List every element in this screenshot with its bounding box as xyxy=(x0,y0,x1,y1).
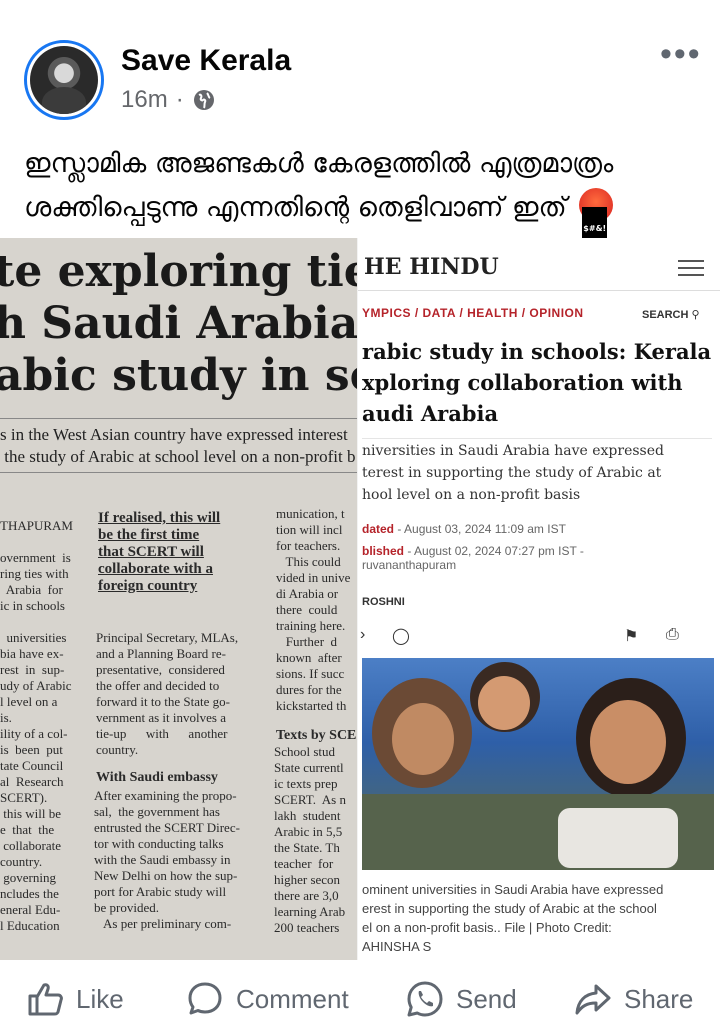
hindu-logo: HE HINDU xyxy=(364,254,499,280)
menu-icon xyxy=(678,260,704,276)
post-images[interactable]: te exploring tie-u h Saudi Arabia fo abi… xyxy=(0,238,720,960)
comment-button[interactable]: Comment xyxy=(186,980,349,1018)
hindu-author: ROSHNI xyxy=(362,596,405,608)
more-icon[interactable]: ••• xyxy=(660,37,700,71)
photo-child-left-face xyxy=(392,703,454,775)
photo-shirt xyxy=(558,808,678,868)
newspaper-column-1: THAPURAM overnment is ring ties with Ara… xyxy=(0,518,73,933)
newspaper-clipping-image[interactable]: te exploring tie-u h Saudi Arabia fo abi… xyxy=(0,238,357,960)
like-button[interactable]: Like xyxy=(26,980,124,1018)
chevron-right-icon: › xyxy=(360,626,366,643)
send-button[interactable]: Send xyxy=(406,980,517,1018)
hindu-header-rule xyxy=(358,290,720,291)
bookmark-icon: ⚑ xyxy=(624,628,639,645)
comment-label: Comment xyxy=(236,983,349,1014)
search-icon: ⚲ xyxy=(691,309,700,321)
share-icon xyxy=(575,984,611,1015)
globe-icon xyxy=(193,90,214,110)
hindu-published: blished - August 02, 2024 07:27 pm IST -… xyxy=(362,544,584,572)
newspaper-column-3-heading: Texts by SCE xyxy=(276,728,357,743)
post-time[interactable]: 16m xyxy=(121,86,168,114)
hindu-article-title: rabic study in schools: Kerala xploring … xyxy=(362,339,712,426)
post-actions: Like Comment Send Share xyxy=(0,962,720,1031)
avatar-image xyxy=(30,46,98,114)
newspaper-subheadline: s in the West Asian country have express… xyxy=(0,425,356,466)
hindu-updated: dated - August 03, 2024 11:09 am IST xyxy=(362,522,566,536)
page-name[interactable]: Save Kerala xyxy=(121,44,291,78)
like-label: Like xyxy=(76,983,124,1014)
print-icon: ⎙ xyxy=(666,626,679,643)
angry-emoji-icon xyxy=(579,188,614,251)
like-icon xyxy=(28,983,63,1016)
newspaper-column-3-body: School stud State currentl ic texts prep… xyxy=(274,744,346,935)
hindu-rule xyxy=(362,438,712,439)
newspaper-rule xyxy=(0,472,357,473)
meta-separator: · xyxy=(175,86,184,113)
newspaper-column-2-heading: With Saudi embassy xyxy=(96,770,218,785)
hindu-article-subtitle: niversities in Saudi Arabia have express… xyxy=(362,443,664,503)
hindu-search: SEARCH ⚲ xyxy=(642,308,700,321)
post-text: ഇസ്ലാമിക അജണ്ടകൾ കേരളത്തിൽ എത്രമാത്രം ശക… xyxy=(24,142,704,251)
post-text-content: ഇസ്ലാമിക അജണ്ടകൾ കേരളത്തിൽ എത്രമാത്രം ശക… xyxy=(24,148,614,223)
post-meta: 16m · xyxy=(121,86,216,114)
photo-child-back-face xyxy=(478,676,530,730)
article-photo xyxy=(362,658,714,870)
hindu-search-label: SEARCH xyxy=(642,309,689,321)
newspaper-rule xyxy=(0,418,357,419)
send-label: Send xyxy=(456,983,517,1014)
hindu-photo-caption: ominent universities in Saudi Arabia hav… xyxy=(362,882,664,954)
newspaper-column-3: munication, t tion will incl for teacher… xyxy=(276,506,351,713)
comment-icon xyxy=(188,982,222,1015)
newspaper-column-2-body: After examining the propo- sal, the gove… xyxy=(94,788,240,931)
hindu-published-label: blished xyxy=(362,544,405,558)
newspaper-column-2: Principal Secretary, MLAs, and a Plannin… xyxy=(96,630,239,757)
avatar[interactable] xyxy=(24,40,104,120)
send-icon xyxy=(407,981,443,1017)
hindu-screenshot-image[interactable]: HE HINDU YMPICS / DATA / HEALTH / OPINIO… xyxy=(358,238,720,960)
share-label: Share xyxy=(624,983,694,1014)
hindu-updated-label: dated xyxy=(362,522,395,536)
post-header: Save Kerala 16m · ••• xyxy=(0,0,720,130)
hindu-nav: YMPICS / DATA / HEALTH / OPINION xyxy=(362,306,584,320)
share-button[interactable]: Share xyxy=(574,980,693,1018)
newspaper-pull-quote: If realised, this will be the first time… xyxy=(98,510,221,594)
photo-child-right-face xyxy=(590,700,666,784)
hindu-toolbar: › ◯ ⚑ ⎙ xyxy=(358,620,720,650)
hindu-updated-date: - August 03, 2024 11:09 am IST xyxy=(394,522,566,536)
newspaper-headline: te exploring tie-u h Saudi Arabia fo abi… xyxy=(0,246,357,401)
whatsapp-icon: ◯ xyxy=(392,628,410,645)
